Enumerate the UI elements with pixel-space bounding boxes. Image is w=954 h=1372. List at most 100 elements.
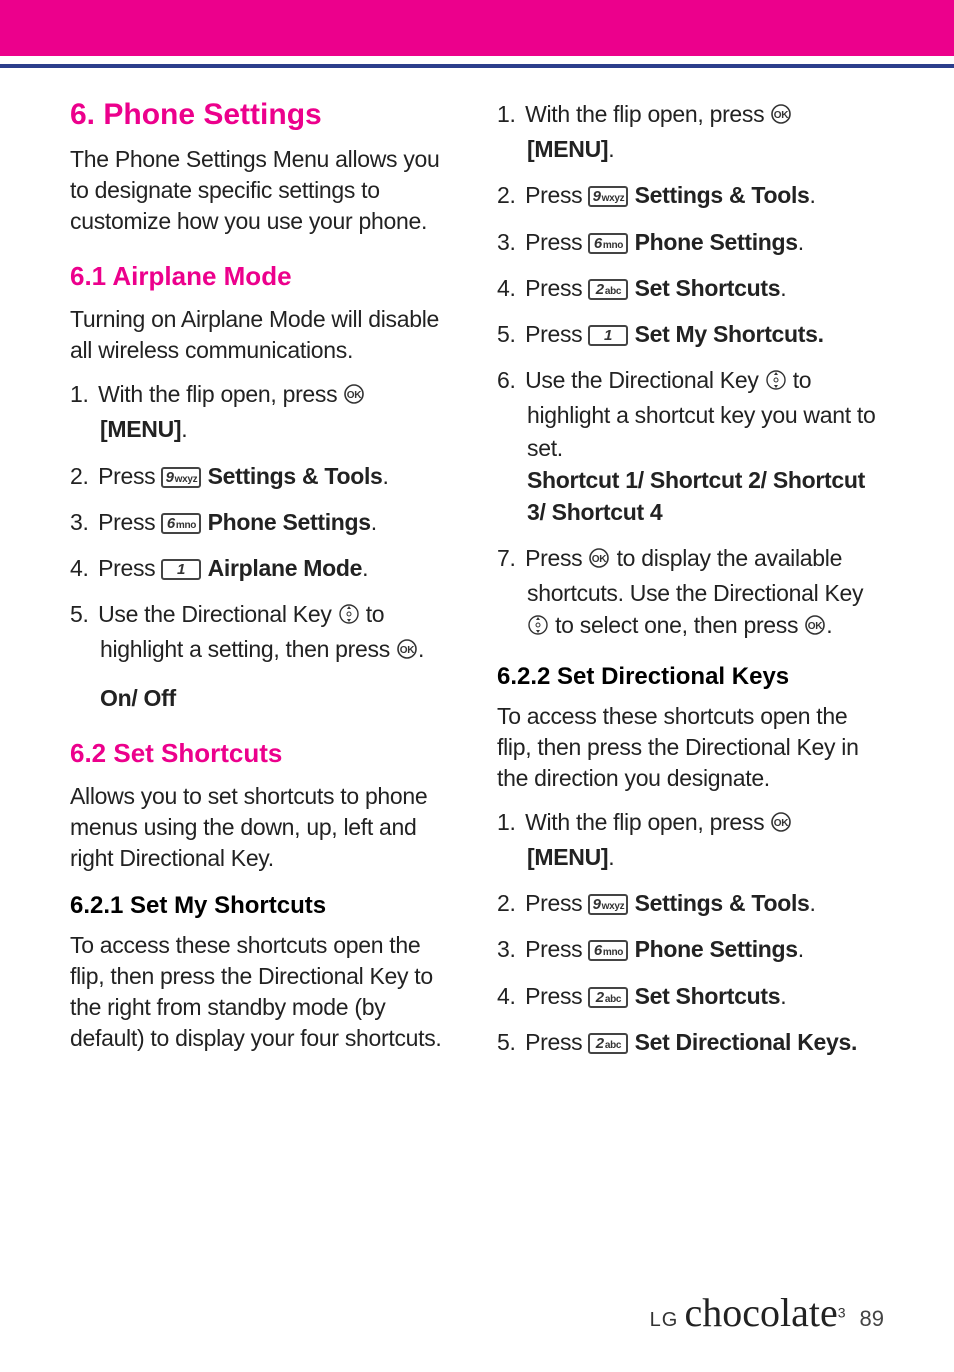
key-sub: abc — [605, 286, 621, 297]
step-item: 4. Press 1 Airplane Mode. — [70, 552, 457, 584]
section-intro: The Phone Settings Menu allows you to de… — [70, 144, 457, 237]
key-digit: 2 — [596, 281, 604, 298]
svg-text:OK: OK — [347, 390, 362, 401]
period: . — [608, 136, 614, 162]
brand-chocolate-logo: chocolate — [684, 1290, 837, 1335]
step-item: 5. Press 2abc Set Directional Keys. — [497, 1026, 884, 1058]
step-item: 5. Use the Directional Key to highlight … — [70, 598, 457, 668]
key-2-icon: 2abc — [588, 1033, 628, 1054]
step-number: 3. — [497, 933, 519, 965]
directional-key-icon — [338, 601, 360, 633]
step-text: Press — [525, 321, 588, 347]
svg-text:OK: OK — [808, 621, 823, 632]
step-item: 5. Press 1 Set My Shortcuts. — [497, 318, 884, 350]
subsection-6-2-title: 6.2 Set Shortcuts — [70, 738, 457, 769]
period: . — [418, 636, 424, 662]
svg-text:OK: OK — [774, 818, 789, 829]
subsection-6-2-2-intro: To access these shortcuts open the flip,… — [497, 701, 884, 794]
step-bold: Phone Settings — [208, 509, 371, 535]
step-text: Use the Directional Key — [98, 601, 338, 627]
step-text: With the flip open, press — [525, 101, 770, 127]
step-number: 1. — [497, 98, 519, 130]
key-sub: mno — [603, 240, 623, 251]
key-6-icon: 6mno — [161, 513, 201, 534]
step-number: 2. — [497, 887, 519, 919]
step-number: 1. — [497, 806, 519, 838]
step-item: 2. Press 9wxyz Settings & Tools. — [497, 887, 884, 919]
step-text: to select one, then press — [555, 612, 804, 638]
period: . — [383, 463, 389, 489]
ok-key-icon: OK — [588, 545, 610, 577]
step-number: 2. — [497, 179, 519, 211]
step-number: 7. — [497, 542, 519, 574]
step-text: Press — [98, 509, 161, 535]
step-number: 3. — [497, 226, 519, 258]
step-text: Press — [525, 275, 588, 301]
step-text: Press — [525, 182, 588, 208]
key-digit: 9 — [593, 896, 601, 913]
key-digit: 6 — [167, 515, 175, 532]
step-item: 2. Press 9wxyz Settings & Tools. — [70, 460, 457, 492]
step-text: Use the Directional Key — [525, 367, 765, 393]
step-item: 7. Press OK to display the available sho… — [497, 542, 884, 645]
section-title: 6. Phone Settings — [70, 98, 457, 132]
step-item: 1. With the flip open, press OK [MENU]. — [497, 98, 884, 165]
header-bar — [0, 0, 954, 56]
step-text: Press — [98, 463, 161, 489]
period: . — [798, 229, 804, 255]
key-9-icon: 9wxyz — [588, 894, 628, 915]
step-number: 4. — [497, 980, 519, 1012]
step-text: With the flip open, press — [98, 381, 343, 407]
step-text: Press — [525, 890, 588, 916]
subsection-6-1-title: 6.1 Airplane Mode — [70, 261, 457, 292]
step-number: 3. — [70, 506, 92, 538]
period: . — [780, 983, 786, 1009]
key-6-icon: 6mno — [588, 940, 628, 961]
step-bold: Set Directional Keys. — [635, 1029, 858, 1055]
directional-key-icon — [527, 612, 549, 644]
step-bold: [MENU] — [527, 844, 608, 870]
svg-text:OK: OK — [774, 110, 789, 121]
key-sub: mno — [176, 520, 196, 531]
step-text: Press — [525, 936, 588, 962]
brand-sup: 3 — [838, 1305, 846, 1321]
step-item: 4. Press 2abc Set Shortcuts. — [497, 980, 884, 1012]
key-2-icon: 2abc — [588, 279, 628, 300]
step-bold: Set Shortcuts — [635, 275, 781, 301]
key-6-icon: 6mno — [588, 233, 628, 254]
period: . — [362, 555, 368, 581]
step-item: 2. Press 9wxyz Settings & Tools. — [497, 179, 884, 211]
key-9-icon: 9wxyz — [588, 186, 628, 207]
page-footer: LG chocolate3 89 — [650, 1289, 884, 1336]
key-2-icon: 2abc — [588, 987, 628, 1008]
step-text: Press — [525, 229, 588, 255]
subsection-6-1-intro: Turning on Airplane Mode will disable al… — [70, 304, 457, 366]
step-number: 2. — [70, 460, 92, 492]
key-sub: wxyz — [175, 474, 198, 485]
key-sub: abc — [605, 994, 621, 1005]
ok-key-icon: OK — [770, 101, 792, 133]
step-number: 5. — [70, 598, 92, 630]
step-bold: Phone Settings — [635, 936, 798, 962]
step-text: With the flip open, press — [525, 809, 770, 835]
step-item: 3. Press 6mno Phone Settings. — [497, 933, 884, 965]
key-digit: 2 — [596, 1035, 604, 1052]
steps-6-2-2: 1. With the flip open, press OK [MENU]. … — [497, 806, 884, 1058]
brand-lg-logo: LG — [650, 1309, 679, 1331]
key-digit: 9 — [593, 188, 601, 205]
step-item: 3. Press 6mno Phone Settings. — [70, 506, 457, 538]
page-content: 6. Phone Settings The Phone Settings Men… — [0, 68, 954, 1092]
subsection-6-2-1-title: 6.2.1 Set My Shortcuts — [70, 892, 457, 920]
step-number: 4. — [70, 552, 92, 584]
step-item: 4. Press 2abc Set Shortcuts. — [497, 272, 884, 304]
period: . — [780, 275, 786, 301]
page-number: 89 — [860, 1306, 884, 1332]
subsection-6-2-intro: Allows you to set shortcuts to phone men… — [70, 781, 457, 874]
key-sub: wxyz — [602, 193, 625, 204]
subsection-6-2-2-title: 6.2.2 Set Directional Keys — [497, 663, 884, 691]
key-1-icon: 1 — [588, 325, 628, 346]
period: . — [798, 936, 804, 962]
period: . — [371, 509, 377, 535]
step-bold: Phone Settings — [635, 229, 798, 255]
period: . — [810, 890, 816, 916]
